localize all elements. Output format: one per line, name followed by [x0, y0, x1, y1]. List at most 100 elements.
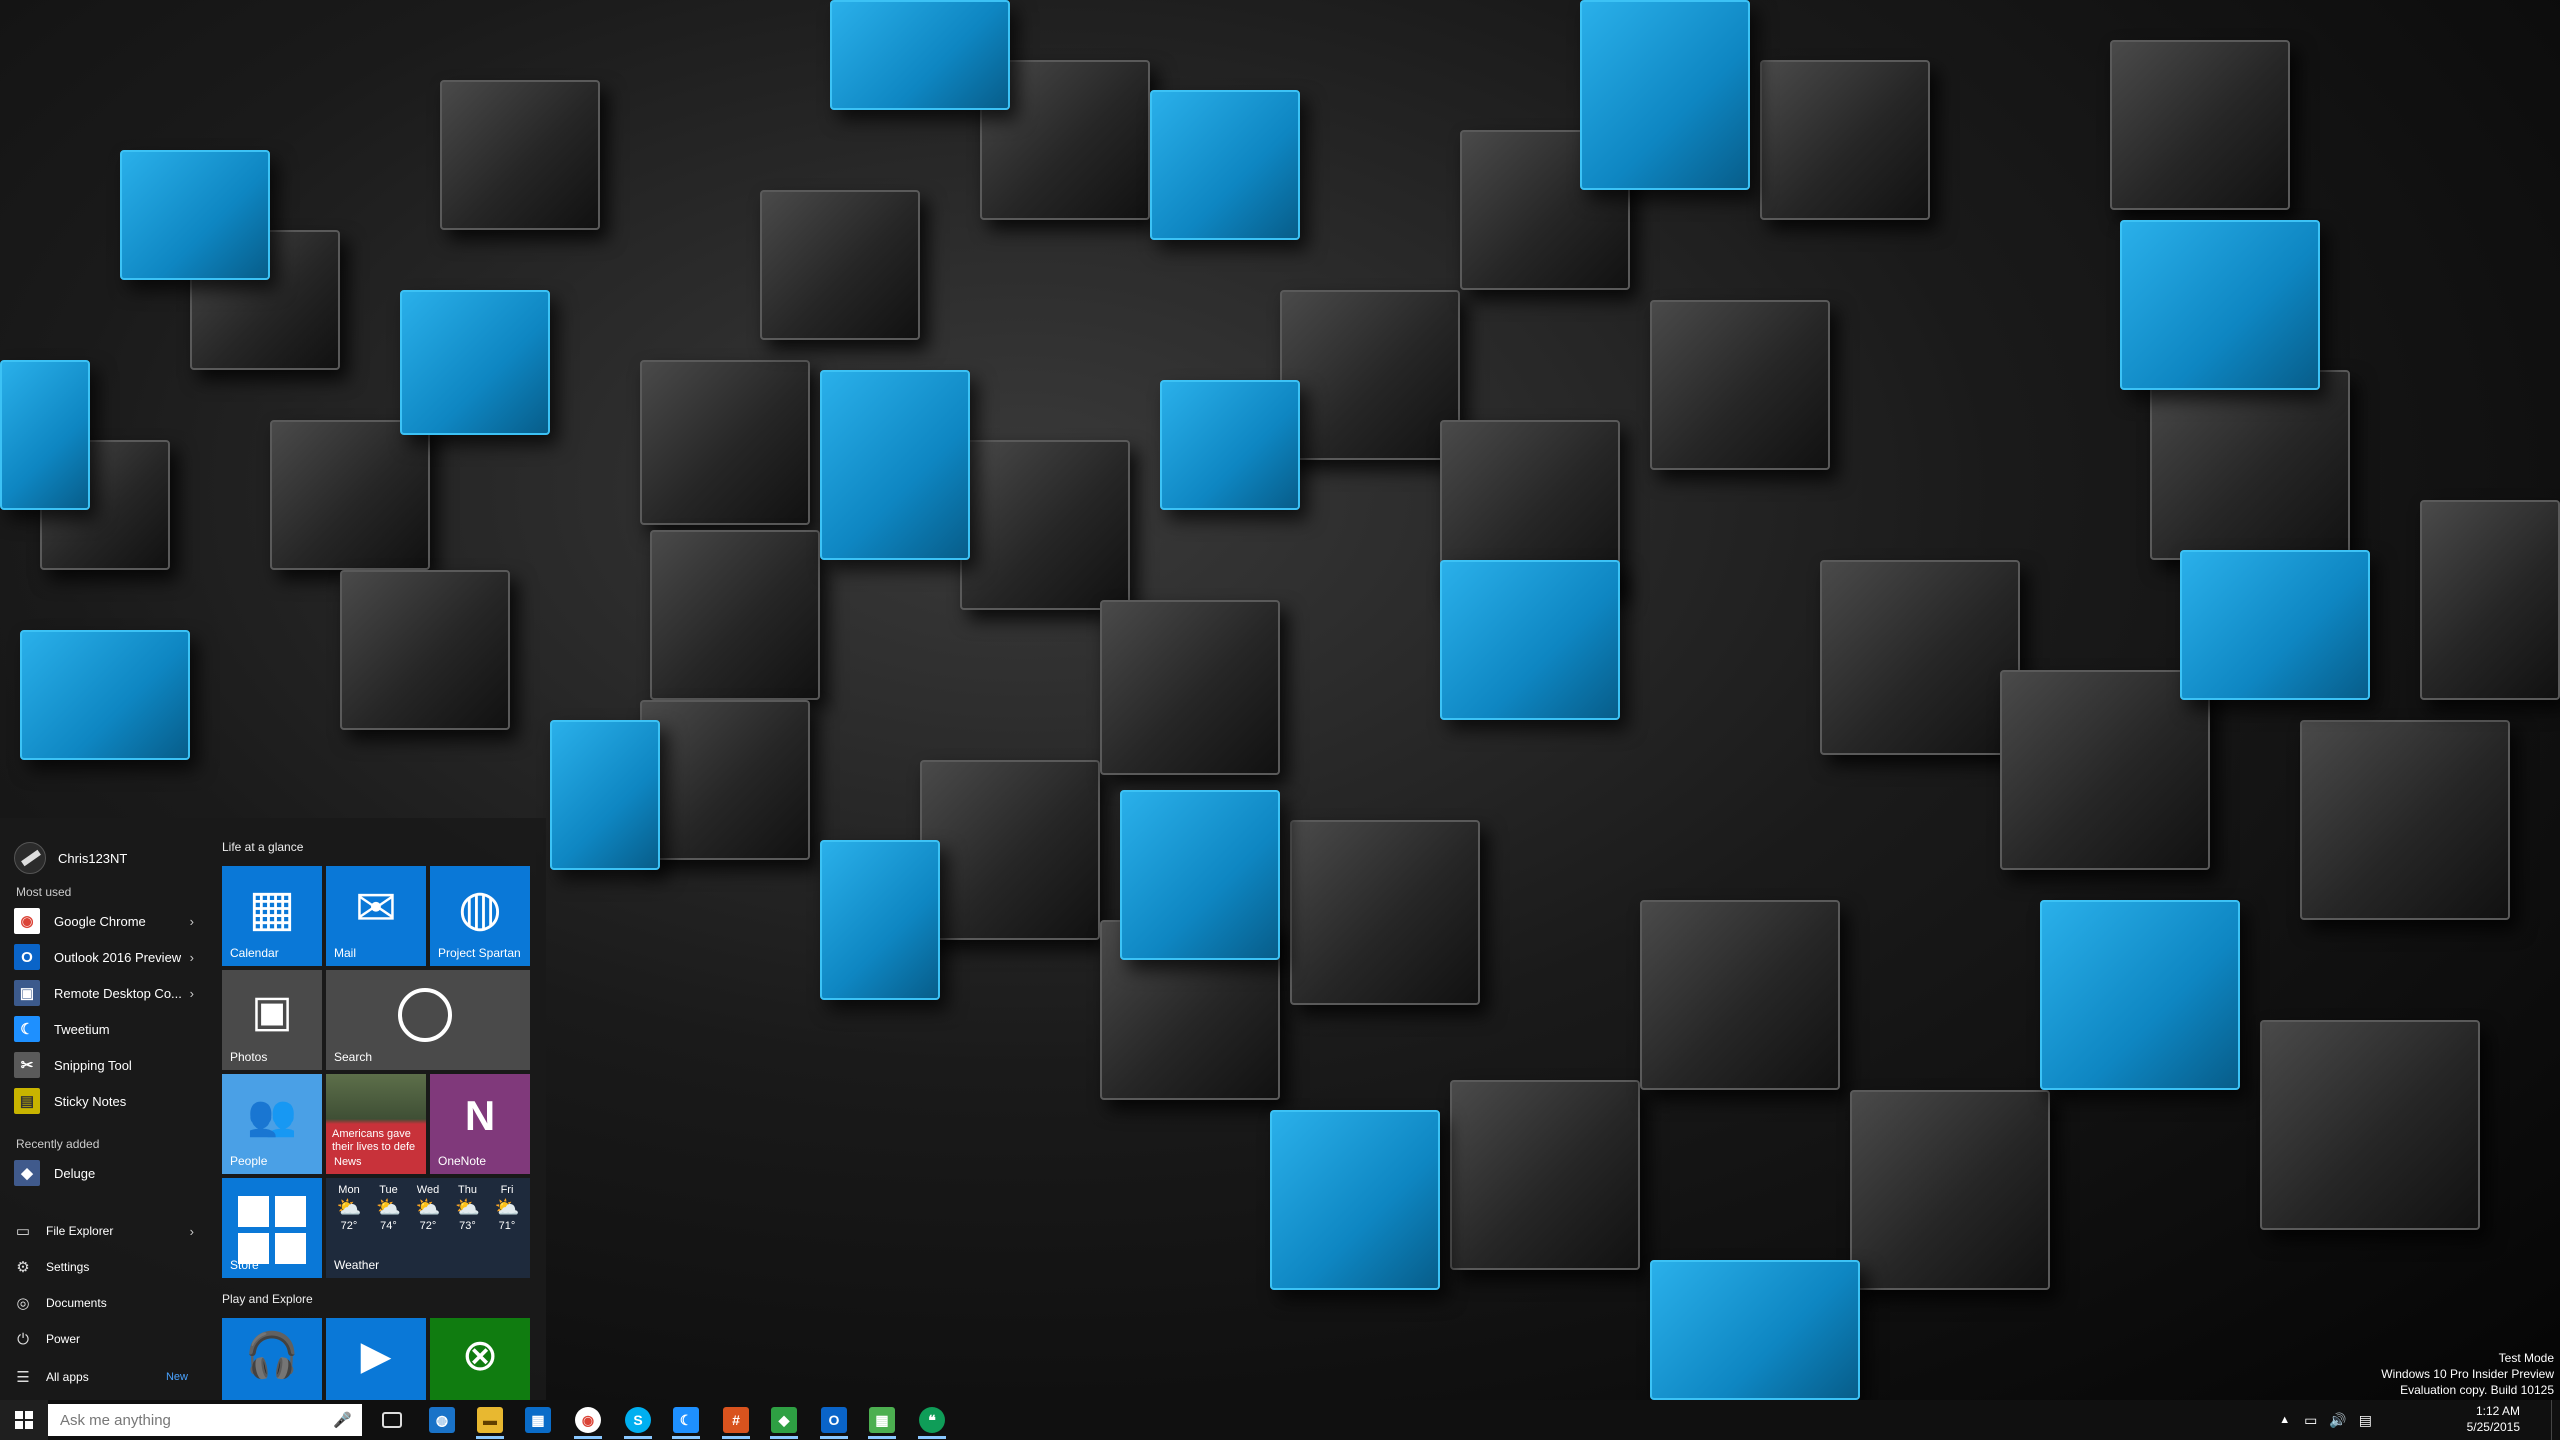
- start-button[interactable]: [0, 1400, 48, 1440]
- store-tile[interactable]: Store: [222, 1178, 322, 1278]
- search-tile[interactable]: Search: [326, 970, 530, 1070]
- tile-label: Mail: [334, 946, 357, 960]
- app-tweetium[interactable]: ☾ Tweetium: [14, 1012, 202, 1046]
- task-view-button[interactable]: [374, 1400, 410, 1440]
- taskbar-app[interactable]: O: [814, 1400, 854, 1440]
- grid-app-icon: ▦: [869, 1407, 895, 1433]
- documents-icon: ◎: [16, 1295, 30, 1312]
- taskbar-app[interactable]: ▦: [862, 1400, 902, 1440]
- file-explorer-icon: ▬: [477, 1407, 503, 1433]
- tile-label: People: [230, 1154, 268, 1168]
- project-spartan-tile[interactable]: ◍ Project Spartan: [430, 866, 530, 966]
- onenote-tile[interactable]: N OneNote: [430, 1074, 530, 1174]
- file-explorer-link[interactable]: ▭ File Explorer ›: [14, 1214, 202, 1248]
- photos-tile[interactable]: ▣ Photos: [222, 970, 322, 1070]
- app-sticky-notes[interactable]: ▤ Sticky Notes: [14, 1084, 202, 1118]
- system-link-label: Settings: [46, 1260, 90, 1274]
- wallpaper-cube: [1100, 600, 1280, 775]
- news-headline: Americans gave their lives to defe: [332, 1128, 416, 1153]
- system-link-label: Power: [46, 1332, 81, 1346]
- xbox-tile[interactable]: ⊗: [430, 1318, 530, 1400]
- settings-link[interactable]: ⚙ Settings: [14, 1250, 202, 1284]
- wallpaper-cube-blue: [1160, 380, 1300, 510]
- people-tile[interactable]: 👥 People: [222, 1074, 322, 1174]
- weather-day: Wed ⛅ 72°: [409, 1184, 447, 1232]
- taskbar-app[interactable]: ◉: [568, 1400, 608, 1440]
- watermark-line: Evaluation copy. Build 10125: [2400, 1383, 2554, 1397]
- wallpaper-cube-blue: [1580, 0, 1750, 190]
- all-apps-button[interactable]: ☰ All apps New: [14, 1360, 202, 1394]
- wallpaper-cube: [1760, 60, 1930, 220]
- network-icon[interactable]: ▭: [2304, 1412, 2317, 1429]
- power-icon: ⏻: [17, 1330, 29, 1348]
- system-link-label: Documents: [46, 1296, 107, 1310]
- all-apps-icon: ☰: [16, 1369, 30, 1386]
- chevron-up-icon[interactable]: ▲: [2279, 1414, 2290, 1426]
- tile-group-heading: Life at a glance: [222, 840, 304, 854]
- chevron-right-icon[interactable]: ›: [190, 914, 194, 929]
- weather-tile[interactable]: Mon ⛅ 72° Tue ⛅ 74° Wed ⛅ 72° Thu ⛅ 73° …: [326, 1178, 530, 1278]
- app-remote-desktop[interactable]: ▣ Remote Desktop Co... ›: [14, 976, 202, 1010]
- windows-logo-icon: [15, 1411, 33, 1429]
- wallpaper-cube: [1450, 1080, 1640, 1270]
- app-google-chrome[interactable]: ◉ Google Chrome ›: [14, 904, 202, 938]
- clock-date: 5/25/2015: [2466, 1420, 2520, 1434]
- weather-day: Mon ⛅ 72°: [330, 1184, 368, 1232]
- app-deluge[interactable]: ◆ Deluge: [14, 1156, 202, 1190]
- taskbar-app[interactable]: S: [618, 1400, 658, 1440]
- wallpaper-cube-blue: [1440, 560, 1620, 720]
- wallpaper-cube-blue: [820, 840, 940, 1000]
- power-button[interactable]: ⏻ Power: [14, 1322, 202, 1356]
- chevron-right-icon[interactable]: ›: [190, 950, 194, 965]
- user-account[interactable]: Chris123NT: [14, 840, 127, 876]
- desktop-watermark: Test Mode Windows 10 Pro Insider Preview…: [2381, 1350, 2554, 1398]
- chevron-right-icon[interactable]: ›: [190, 986, 194, 1001]
- cloud-sun-icon: ⛅: [494, 1197, 520, 1219]
- tile-label: Calendar: [230, 946, 279, 960]
- wallpaper-cube-blue: [1650, 1260, 1860, 1400]
- app-label: Google Chrome: [54, 913, 146, 929]
- deluge-icon: ◆: [14, 1160, 40, 1186]
- tile-label: Search: [334, 1050, 373, 1064]
- system-link-label: File Explorer: [46, 1224, 114, 1238]
- mail-tile[interactable]: ✉ Mail: [326, 866, 426, 966]
- app-snipping-tool[interactable]: ✂ Snipping Tool: [14, 1048, 202, 1082]
- watermark-line: Windows 10 Pro Insider Preview: [2381, 1367, 2554, 1381]
- search-placeholder: Ask me anything: [60, 1411, 171, 1429]
- user-name: Chris123NT: [58, 850, 128, 866]
- taskbar-clock[interactable]: 1:12 AM 5/25/2015: [2467, 1403, 2520, 1435]
- taskbar-app[interactable]: ◆: [764, 1400, 804, 1440]
- gear-icon: ⚙: [16, 1259, 30, 1276]
- taskbar-app[interactable]: ▬: [470, 1400, 510, 1440]
- wallpaper-cube-blue: [820, 370, 970, 560]
- search-box[interactable]: Ask me anything 🎤: [48, 1404, 362, 1436]
- tile-label: Project Spartan: [438, 946, 521, 960]
- recently-added-heading: Recently added: [16, 1137, 100, 1151]
- taskbar-app[interactable]: ☾: [666, 1400, 706, 1440]
- remote-desktop-icon: ▣: [14, 980, 40, 1006]
- microphone-icon[interactable]: 🎤: [333, 1411, 352, 1429]
- volume-icon[interactable]: 🔊: [2329, 1412, 2346, 1429]
- app-outlook-2016-preview[interactable]: O Outlook 2016 Preview ›: [14, 940, 202, 974]
- taskbar-app[interactable]: ◍: [422, 1400, 462, 1440]
- documents-link[interactable]: ◎ Documents: [14, 1286, 202, 1320]
- photos-icon: ▣: [251, 987, 293, 1036]
- taskbar-app[interactable]: ❝: [912, 1400, 952, 1440]
- taskbar-app[interactable]: ▦: [518, 1400, 558, 1440]
- chevron-right-icon[interactable]: ›: [190, 1224, 194, 1239]
- outlook-icon: O: [14, 944, 40, 970]
- avatar: [14, 842, 46, 874]
- mail-icon: ✉: [355, 880, 397, 936]
- chrome-icon: ◉: [575, 1407, 601, 1433]
- news-tile[interactable]: Americans gave their lives to defe News: [326, 1074, 426, 1174]
- taskbar-app[interactable]: #: [716, 1400, 756, 1440]
- video-tile[interactable]: ▶: [326, 1318, 426, 1400]
- wallpaper-cube-blue: [2120, 220, 2320, 390]
- calendar-tile[interactable]: ▦ Calendar: [222, 866, 322, 966]
- music-tile[interactable]: 🎧: [222, 1318, 322, 1400]
- wallpaper-cube-blue: [20, 630, 190, 760]
- wallpaper-cube: [2260, 1020, 2480, 1230]
- tile-label: Weather: [334, 1258, 380, 1272]
- show-desktop-button[interactable]: [2551, 1400, 2560, 1440]
- action-center-icon[interactable]: ▤: [2359, 1412, 2372, 1429]
